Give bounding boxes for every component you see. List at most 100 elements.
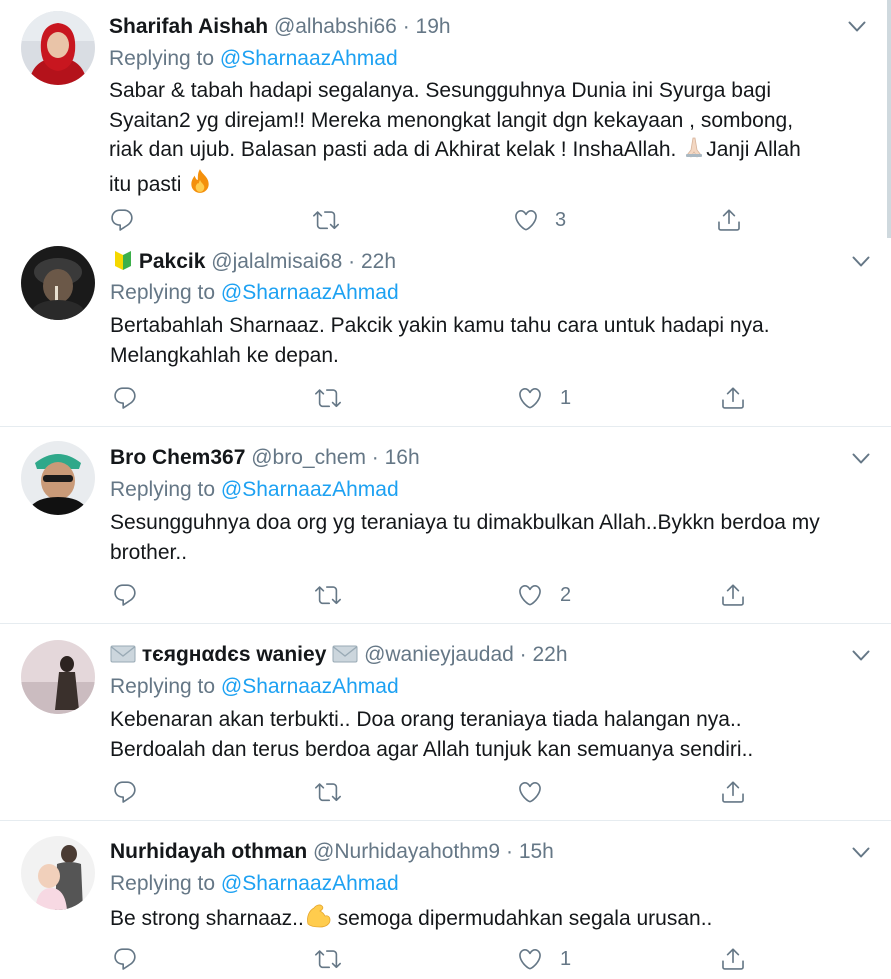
tweet-line: Kebenaran akan terbukti.. Doa orang tera…	[110, 708, 742, 731]
reply-icon[interactable]	[112, 946, 138, 972]
retweet-icon[interactable]	[315, 385, 341, 411]
display-name[interactable]: Nurhidayah othman	[110, 840, 307, 863]
mention-link[interactable]: @SharnaazAhmad	[221, 281, 399, 304]
tweet[interactable]: Bro Chem367 @bro_chem · 16h Replying to …	[0, 427, 891, 623]
chevron-down-icon[interactable]	[852, 453, 870, 465]
chevron-down-icon[interactable]	[848, 21, 866, 33]
avatar[interactable]	[21, 11, 95, 85]
retweet-icon[interactable]	[315, 582, 341, 608]
separator-dot: ·	[348, 250, 356, 273]
tweet-actions: 3	[109, 207, 749, 237]
retweet-icon[interactable]	[315, 946, 341, 972]
replying-label: Replying to	[110, 478, 216, 501]
like-count: 1	[560, 948, 572, 970]
tweet-line: itu pasti	[109, 168, 869, 203]
timestamp[interactable]: 16h	[385, 446, 420, 469]
mention-link[interactable]: @SharnaazAhmad	[221, 478, 399, 501]
tweet[interactable]: Sharifah Aishah @alhabshi66 · 19h Replyi…	[0, 0, 891, 240]
tweet-actions: 1	[112, 946, 752, 976]
replying-label: Replying to	[110, 872, 216, 895]
timestamp[interactable]: 15h	[519, 840, 554, 863]
reply-icon[interactable]	[112, 385, 138, 411]
chevron-down-icon[interactable]	[852, 847, 870, 859]
user-handle[interactable]: @alhabshi66	[274, 15, 397, 38]
heart-icon[interactable]	[517, 779, 543, 805]
tweet-line: Sesungguhnya doa org yg teraniaya tu dim…	[110, 511, 820, 534]
timestamp[interactable]: 19h	[416, 15, 451, 38]
tweet-line: Melangkahlah ke depan.	[110, 343, 339, 367]
like-count: 2	[560, 584, 572, 606]
replying-to: Replying to @SharnaazAhmad	[109, 46, 398, 72]
user-handle[interactable]: @wanieyjaudad	[364, 643, 514, 666]
avatar[interactable]	[21, 836, 95, 910]
avatar[interactable]	[21, 246, 95, 320]
retweet-icon[interactable]	[315, 779, 341, 805]
heart-icon[interactable]	[513, 207, 539, 233]
fire-emoji-icon	[187, 168, 213, 203]
replying-label: Replying to	[110, 281, 216, 304]
share-icon[interactable]	[720, 779, 746, 805]
tweet-text: Be strong sharnaaz.. semoga dipermudahka…	[110, 902, 870, 937]
heart-icon[interactable]	[517, 385, 543, 411]
retweet-icon[interactable]	[313, 207, 339, 233]
replying-label: Replying to	[110, 675, 216, 698]
tweet-line: riak dan ujub. Balasan pasti ada di Akhi…	[109, 135, 869, 168]
user-handle[interactable]: @bro_chem	[251, 446, 366, 469]
display-name[interactable]: Bro Chem367	[110, 446, 245, 469]
tweet-line: Bertabahlah Sharnaaz. Pakcik yakin kamu …	[110, 314, 770, 337]
replying-to: Replying to @SharnaazAhmad	[110, 871, 399, 897]
chevron-down-icon[interactable]	[852, 650, 870, 662]
like-count: 3	[555, 209, 567, 231]
reply-icon[interactable]	[112, 779, 138, 805]
reply-icon[interactable]	[112, 582, 138, 608]
flexed-biceps-emoji-icon	[304, 902, 332, 937]
tweet-text: Sabar & tabah hadapi segalanya. Sesunggu…	[109, 76, 869, 202]
mention-link[interactable]: @SharnaazAhmad	[220, 47, 398, 70]
tweet-line: Syaitan2 yg direjam!! Mereka menongkat l…	[109, 108, 794, 132]
replying-to: Replying to @SharnaazAhmad	[110, 477, 399, 503]
tweet-line: Be strong sharnaaz.. semoga dipermudahka…	[110, 902, 870, 937]
chevron-down-icon[interactable]	[852, 256, 870, 268]
user-handle[interactable]: @jalalmisai68	[211, 250, 342, 273]
folded-hands-emoji-icon	[682, 135, 706, 168]
timestamp[interactable]: 22h	[533, 643, 568, 666]
tweet-line: Sabar & tabah hadapi segalanya. Sesunggu…	[109, 79, 771, 102]
tweet[interactable]: Pakcik @jalalmisai68 · 22h Replying to @…	[0, 240, 891, 426]
replying-label: Replying to	[109, 47, 215, 70]
replying-to: Replying to @SharnaazAhmad	[110, 674, 399, 700]
tweet[interactable]: Nurhidayah othman @Nurhidayahothm9 · 15h…	[0, 821, 891, 979]
tweet-text: Kebenaran akan terbukti.. Doa orang tera…	[110, 705, 870, 764]
display-name[interactable]: Pakcik	[139, 250, 206, 273]
tweet-line: brother..	[110, 540, 188, 564]
beginner-badge-icon	[113, 249, 133, 278]
tweet-actions	[112, 779, 752, 809]
share-icon[interactable]	[720, 946, 746, 972]
display-name[interactable]: Sharifah Aishah	[109, 15, 268, 38]
share-icon[interactable]	[720, 385, 746, 411]
like-count: 1	[560, 387, 572, 409]
avatar[interactable]	[21, 441, 95, 515]
separator-dot: ·	[402, 15, 410, 38]
envelope-icon	[332, 644, 358, 671]
heart-icon[interactable]	[517, 582, 543, 608]
separator-dot: ·	[505, 840, 513, 863]
user-handle[interactable]: @Nurhidayahothm9	[313, 840, 500, 863]
tweet-text: Sesungguhnya doa org yg teraniaya tu dim…	[110, 508, 870, 567]
separator-dot: ·	[519, 643, 527, 666]
heart-icon[interactable]	[517, 946, 543, 972]
timestamp[interactable]: 22h	[361, 250, 396, 273]
replying-to: Replying to @SharnaazAhmad	[110, 280, 399, 306]
tweet-actions: 1	[112, 385, 752, 415]
mention-link[interactable]: @SharnaazAhmad	[221, 872, 399, 895]
tweet-line: Berdoalah dan terus berdoa agar Allah tu…	[110, 737, 754, 761]
reply-icon[interactable]	[109, 207, 135, 233]
separator-dot: ·	[371, 446, 379, 469]
display-name[interactable]: тєяgнαdєs waniey	[142, 643, 327, 666]
avatar[interactable]	[21, 640, 95, 714]
share-icon[interactable]	[716, 207, 742, 233]
share-icon[interactable]	[720, 582, 746, 608]
mention-link[interactable]: @SharnaazAhmad	[221, 675, 399, 698]
tweet-actions: 2	[112, 582, 752, 612]
tweet-text: Bertabahlah Sharnaaz. Pakcik yakin kamu …	[110, 311, 870, 370]
tweet[interactable]: тєяgнαdєs waniey @wanieyjaudad · 22h Rep…	[0, 624, 891, 820]
